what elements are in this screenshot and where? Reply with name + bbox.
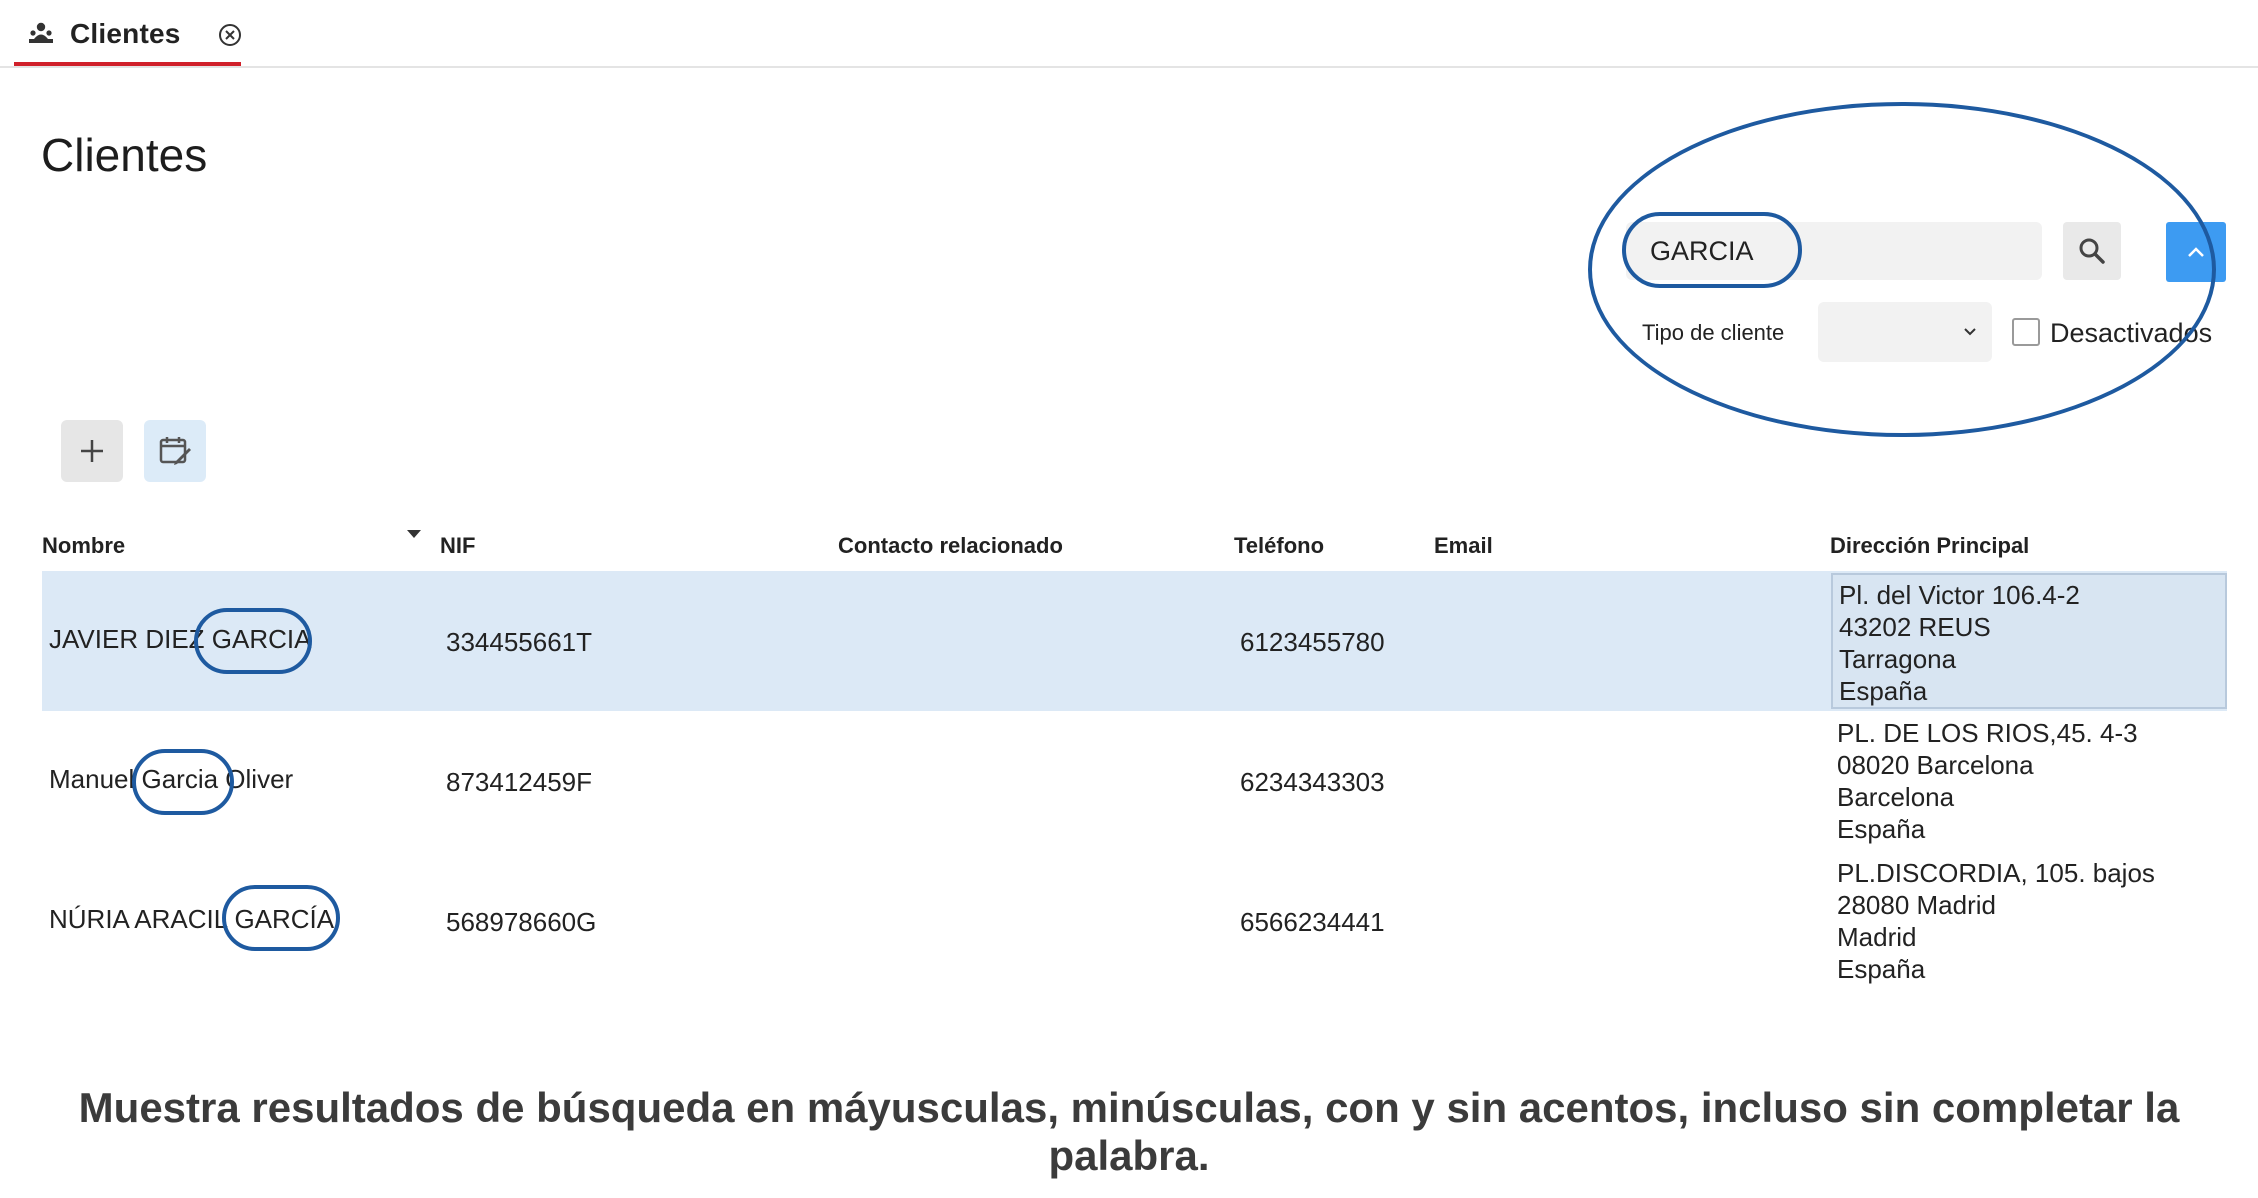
address-line: Tarragona [1839,644,1957,674]
collapse-filters-button[interactable] [2166,222,2226,282]
nombre-match-text: GARCÍA [234,904,335,934]
address-line: Barcelona [1837,782,1955,812]
column-header-telefono[interactable]: Teléfono [1234,533,1324,559]
cell-telefono: 6234343303 [1240,767,1385,797]
cell-nif: 334455661T [446,627,593,657]
address-line: España [1837,954,1926,984]
cell-nombre: NÚRIA ARACIL GARCÍA [49,904,334,935]
column-header-nombre[interactable]: Nombre [42,533,125,559]
tab-bar: Clientes [0,0,2258,68]
users-icon [29,22,53,43]
address-line: España [1839,676,1928,706]
cell-direccion: PL.DISCORDIA, 105. bajos 28080 Madrid Ma… [1831,853,2227,989]
caption: Muestra resultados de búsqueda en máyusc… [78,1084,2180,1179]
chevron-down-icon [1964,328,1976,336]
table-row[interactable]: NÚRIA ARACIL GARCÍA 568978660G 656623444… [42,851,2227,991]
nombre-text: NÚRIA ARACIL [49,904,235,934]
add-client-button[interactable] [61,420,123,482]
tipo-cliente-label: Tipo de cliente [1642,320,1785,345]
desactivados-checkbox[interactable] [2012,318,2040,346]
address-line: 28080 Madrid [1837,890,1996,920]
tab-clientes[interactable]: Clientes [14,0,241,66]
search-input[interactable] [1626,222,2042,280]
address-line: 08020 Barcelona [1837,750,2034,780]
search-button[interactable] [2063,222,2121,280]
page-title: Clientes [41,129,208,181]
cell-telefono: 6123455780 [1240,627,1385,657]
nombre-text: JAVIER DIEZ [49,624,212,654]
calendar-edit-icon [159,437,191,465]
address-line: España [1837,814,1926,844]
nombre-match-text: GARCIA [211,624,312,654]
nombre-text: Manuel [49,764,142,794]
table-row[interactable]: Manuel Garcia Oliver 873412459F 62343433… [42,711,2227,851]
desactivados-label: Desactivados [2050,318,2213,348]
plus-icon [81,440,103,462]
column-header-email[interactable]: Email [1434,533,1493,559]
table-row[interactable]: JAVIER DIEZ GARCIA 334455661T 6123455780… [42,571,2227,711]
address-line: Pl. del Victor 106.4-2 [1839,580,2080,610]
cell-telefono: 6566234441 [1240,907,1385,937]
sort-desc-icon[interactable] [405,528,423,540]
search-icon [2079,238,2105,264]
column-header-nif[interactable]: NIF [440,533,475,559]
address-line: 43202 REUS [1839,612,1991,642]
cell-direccion: Pl. del Victor 106.4-2 43202 REUS Tarrag… [1831,573,2227,709]
tab-label: Clientes [70,18,181,49]
calendar-edit-button[interactable] [144,420,206,482]
column-header-contacto[interactable]: Contacto relacionado [838,533,1063,559]
app-root: Clientes Clientes Tipo de cliente [0,0,2258,1198]
cell-direccion: PL. DE LOS RIOS,45. 4-3 08020 Barcelona … [1831,713,2227,849]
address-line: Madrid [1837,922,1917,952]
cell-nif: 873412459F [446,767,593,797]
cell-nif: 568978660G [446,907,597,937]
cell-nombre: JAVIER DIEZ GARCIA [49,624,311,655]
address-line: PL.DISCORDIA, 105. bajos [1837,858,2155,888]
close-icon[interactable] [217,22,243,48]
cell-nombre: Manuel Garcia Oliver [49,764,293,795]
tipo-cliente-select[interactable] [1818,302,1992,362]
address-line: PL. DE LOS RIOS,45. 4-3 [1837,718,2138,748]
nombre-text-post: Oliver [218,764,294,794]
chevron-up-icon [2188,247,2204,257]
column-header-direccion[interactable]: Dirección Principal [1830,533,2029,559]
nombre-match-text: Garcia [141,764,219,794]
